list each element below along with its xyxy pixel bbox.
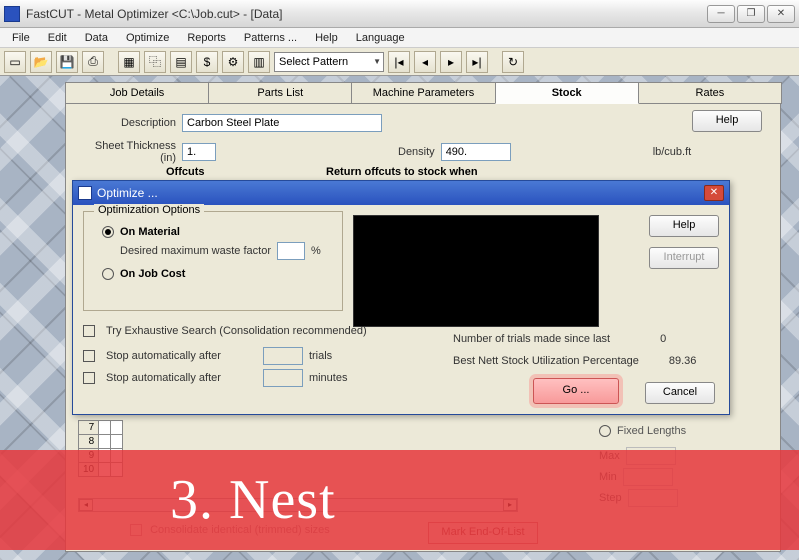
step-banner: 3. Nest bbox=[0, 450, 799, 550]
cancel-button[interactable]: Cancel bbox=[645, 382, 715, 404]
minimize-button[interactable]: ─ bbox=[707, 5, 735, 23]
cell[interactable] bbox=[111, 435, 123, 449]
tab-stock[interactable]: Stock bbox=[495, 82, 639, 104]
dialog-icon bbox=[78, 186, 92, 200]
stop-trials-checkbox[interactable] bbox=[83, 350, 95, 362]
sheet-icon[interactable]: ▤ bbox=[170, 51, 192, 73]
new-icon[interactable]: ▭ bbox=[4, 51, 26, 73]
stop-minutes-checkbox[interactable] bbox=[83, 372, 95, 384]
desired-waste-label: Desired maximum waste factor bbox=[120, 245, 271, 257]
density-label: Density bbox=[398, 146, 435, 158]
thickness-input[interactable] bbox=[182, 143, 216, 161]
menu-reports[interactable]: Reports bbox=[179, 30, 234, 46]
app-icon bbox=[4, 6, 20, 22]
on-job-cost-radio[interactable] bbox=[102, 268, 114, 280]
menu-help[interactable]: Help bbox=[307, 30, 346, 46]
tab-machine-parameters[interactable]: Machine Parameters bbox=[351, 82, 495, 104]
menu-language[interactable]: Language bbox=[348, 30, 413, 46]
pattern-icon[interactable]: ▥ bbox=[248, 51, 270, 73]
cell[interactable] bbox=[99, 435, 111, 449]
optimize-dialog: Optimize ... ✕ Optimization Options On M… bbox=[72, 180, 730, 415]
utilization-value: 89.36 bbox=[669, 355, 697, 367]
dialog-close-button[interactable]: ✕ bbox=[704, 185, 724, 201]
waste-unit: % bbox=[311, 245, 321, 257]
utilization-label: Best Nett Stock Utilization Percentage bbox=[453, 355, 639, 367]
fixed-lengths-label: Fixed Lengths bbox=[617, 425, 686, 437]
trials-unit: trials bbox=[309, 350, 332, 362]
tab-parts-list[interactable]: Parts List bbox=[208, 82, 352, 104]
menu-optimize[interactable]: Optimize bbox=[118, 30, 177, 46]
trials-count-value: 0 bbox=[660, 333, 666, 345]
menu-patterns[interactable]: Patterns ... bbox=[236, 30, 305, 46]
row-header-7[interactable]: 7 bbox=[79, 421, 99, 435]
fixed-lengths-radio[interactable] bbox=[599, 425, 611, 437]
dollar-icon[interactable]: $ bbox=[196, 51, 218, 73]
return-offcuts-label: Return offcuts to stock when bbox=[326, 166, 478, 178]
save-icon[interactable]: 💾 bbox=[56, 51, 78, 73]
preview-area bbox=[353, 215, 599, 327]
stop-trials-label: Stop automatically after bbox=[106, 350, 221, 362]
tab-strip: Job Details Parts List Machine Parameter… bbox=[65, 82, 781, 104]
dialog-help-button[interactable]: Help bbox=[649, 215, 719, 237]
description-label: Description bbox=[80, 117, 176, 129]
panel-help-button[interactable]: Help bbox=[692, 110, 762, 132]
desired-waste-input[interactable] bbox=[277, 242, 305, 260]
nav-first-icon[interactable]: |◂ bbox=[388, 51, 410, 73]
tab-rates[interactable]: Rates bbox=[638, 82, 782, 104]
trials-count-label: Number of trials made since last bbox=[453, 333, 610, 345]
optimization-options-group: Optimization Options On Material Desired… bbox=[83, 211, 343, 311]
cell[interactable] bbox=[111, 421, 123, 435]
minutes-unit: minutes bbox=[309, 372, 348, 384]
nav-next-icon[interactable]: ▸ bbox=[440, 51, 462, 73]
window-titlebar: FastCUT - Metal Optimizer <C:\Job.cut> -… bbox=[0, 0, 799, 28]
close-button[interactable]: ✕ bbox=[767, 5, 795, 23]
menu-data[interactable]: Data bbox=[77, 30, 116, 46]
on-material-label: On Material bbox=[120, 226, 180, 238]
toolbar: ▭ 📂 💾 ⎙ ▦ ⿻ ▤ $ ⚙ ▥ Select Pattern |◂ ◂ … bbox=[0, 48, 799, 76]
restore-button[interactable]: ❐ bbox=[737, 5, 765, 23]
menu-bar: File Edit Data Optimize Reports Patterns… bbox=[0, 28, 799, 48]
open-icon[interactable]: 📂 bbox=[30, 51, 52, 73]
window-title: FastCUT - Metal Optimizer <C:\Job.cut> -… bbox=[26, 7, 707, 21]
dialog-titlebar: Optimize ... ✕ bbox=[73, 181, 729, 205]
step-banner-text: 3. Nest bbox=[170, 468, 336, 532]
stop-trials-input bbox=[263, 347, 303, 365]
go-button[interactable]: Go ... bbox=[533, 378, 619, 404]
gear-icon[interactable]: ⚙ bbox=[222, 51, 244, 73]
select-pattern-dropdown[interactable]: Select Pattern bbox=[274, 52, 384, 72]
row-header-8[interactable]: 8 bbox=[79, 435, 99, 449]
on-material-radio[interactable] bbox=[102, 226, 114, 238]
exhaustive-label: Try Exhaustive Search (Consolidation rec… bbox=[106, 325, 367, 337]
thickness-label: Sheet Thickness (in) bbox=[80, 140, 176, 164]
stop-minutes-label: Stop automatically after bbox=[106, 372, 221, 384]
tab-job-details[interactable]: Job Details bbox=[65, 82, 209, 104]
density-unit: lb/cub.ft bbox=[653, 146, 692, 158]
refresh-icon[interactable]: ↻ bbox=[502, 51, 524, 73]
density-input[interactable] bbox=[441, 143, 511, 161]
copy-icon[interactable]: ⿻ bbox=[144, 51, 166, 73]
nav-prev-icon[interactable]: ◂ bbox=[414, 51, 436, 73]
interrupt-button: Interrupt bbox=[649, 247, 719, 269]
description-input[interactable] bbox=[182, 114, 382, 132]
nav-last-icon[interactable]: ▸| bbox=[466, 51, 488, 73]
on-job-cost-label: On Job Cost bbox=[120, 268, 185, 280]
cell[interactable] bbox=[99, 421, 111, 435]
menu-file[interactable]: File bbox=[4, 30, 38, 46]
grid-icon[interactable]: ▦ bbox=[118, 51, 140, 73]
optimization-options-legend: Optimization Options bbox=[94, 204, 204, 216]
print-icon[interactable]: ⎙ bbox=[82, 51, 104, 73]
offcuts-label: Offcuts bbox=[166, 166, 205, 178]
dialog-title: Optimize ... bbox=[97, 186, 158, 200]
menu-edit[interactable]: Edit bbox=[40, 30, 75, 46]
exhaustive-checkbox[interactable] bbox=[83, 325, 95, 337]
stop-minutes-input bbox=[263, 369, 303, 387]
